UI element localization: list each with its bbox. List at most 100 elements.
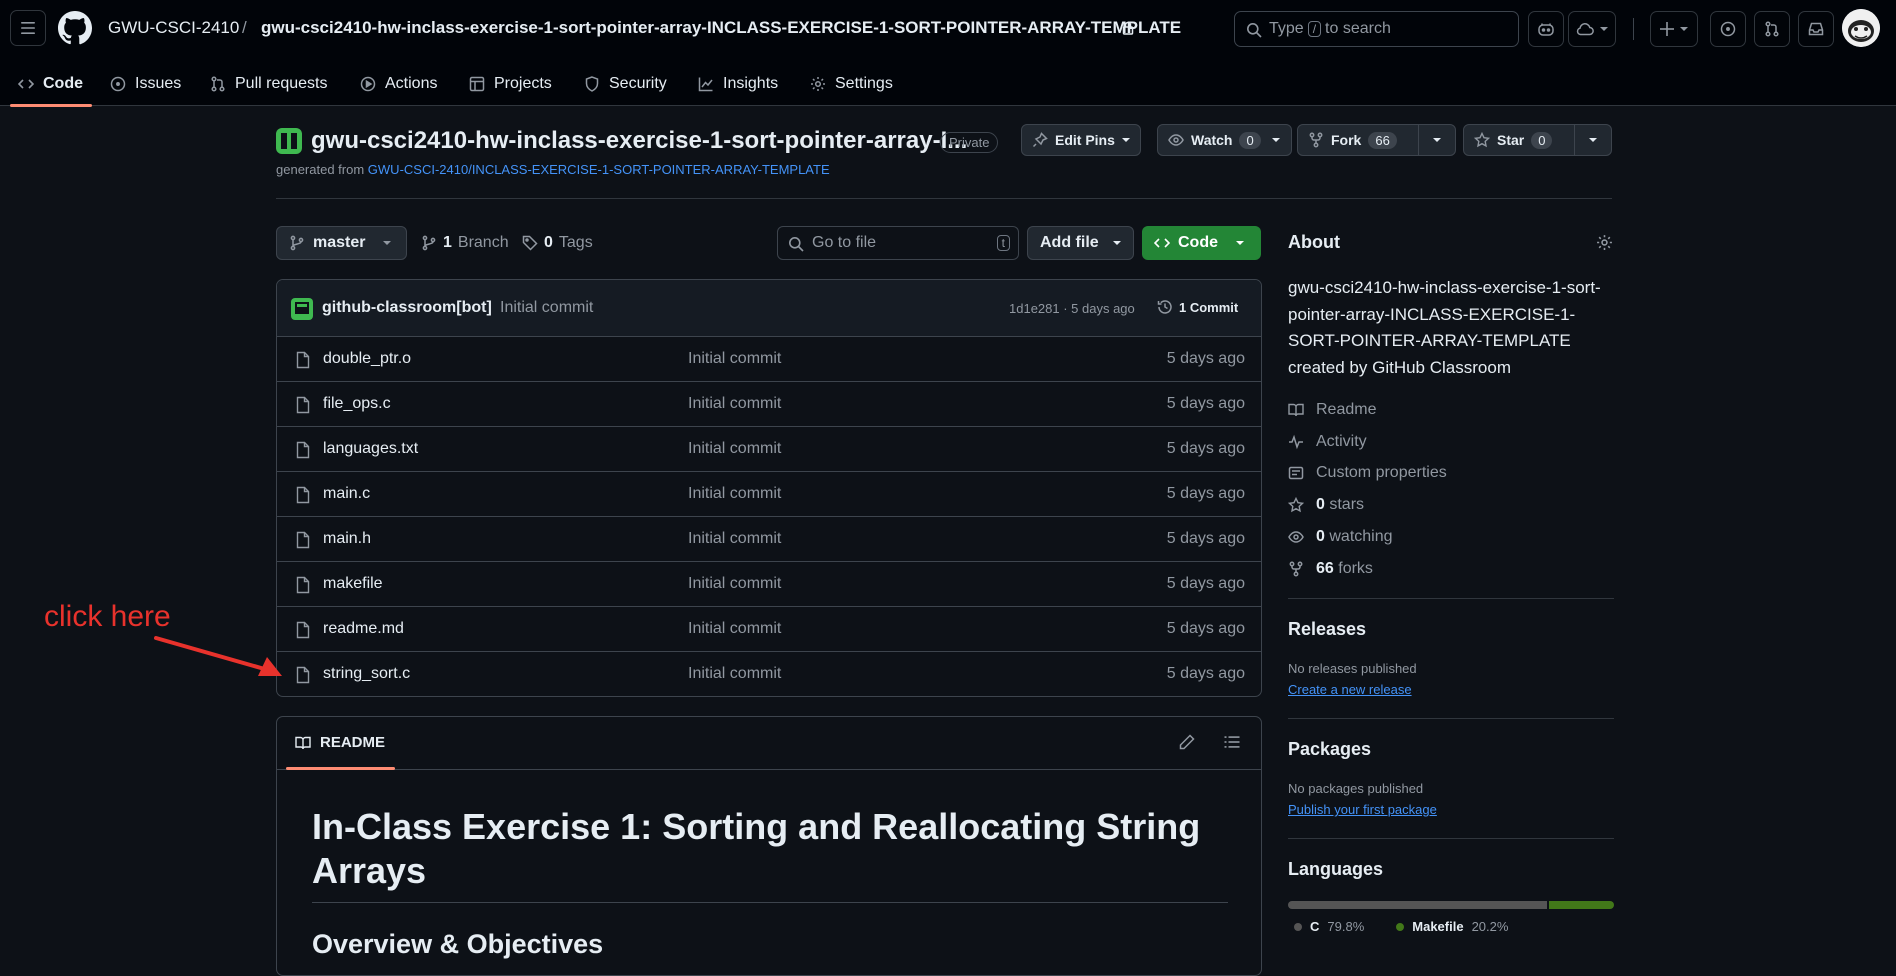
file-row[interactable]: languages.txt Initial commit 5 days ago [277, 427, 1261, 472]
file-name[interactable]: string_sort.c [323, 665, 410, 683]
file-name[interactable]: readme.md [323, 620, 404, 638]
codespaces-menu[interactable] [1568, 11, 1616, 47]
branch-selector[interactable]: master [276, 226, 407, 260]
tab-settings-label: Settings [835, 75, 893, 92]
commits-link[interactable]: 1 Commit [1157, 299, 1238, 315]
issues-button[interactable] [1710, 11, 1746, 47]
user-avatar[interactable] [1842, 9, 1880, 47]
tab-security[interactable]: Security [584, 62, 667, 106]
create-release-link[interactable]: Create a new release [1288, 682, 1412, 697]
language-item[interactable]: Makefile 20.2% [1390, 919, 1508, 934]
fork-button[interactable]: Fork 66 [1297, 124, 1419, 156]
file-commit-message[interactable]: Initial commit [688, 350, 781, 368]
commit-message[interactable]: Initial commit [500, 299, 593, 317]
languages-list: C 79.8% Makefile 20.2% [1288, 919, 1508, 934]
template-link[interactable]: GWU-CSCI-2410/INCLASS-EXERCISE-1-SORT-PO… [368, 162, 830, 177]
file-commit-message[interactable]: Initial commit [688, 530, 781, 548]
about-settings-button[interactable] [1596, 234, 1613, 251]
file-row[interactable]: main.c Initial commit 5 days ago [277, 472, 1261, 517]
file-row[interactable]: string_sort.c Initial commit 5 days ago [277, 652, 1261, 696]
chevron-down-icon [1589, 138, 1597, 142]
file-commit-date: 5 days ago [1166, 530, 1245, 547]
edit-pins-label: Edit Pins [1055, 132, 1115, 148]
breadcrumb-repo[interactable]: gwu-csci2410-hw-inclass-exercise-1-sort-… [261, 18, 1181, 38]
inbox-button[interactable] [1798, 11, 1834, 47]
outline-button[interactable] [1224, 734, 1240, 750]
activity-link[interactable]: Activity [1288, 432, 1367, 452]
custom-properties-link[interactable]: Custom properties [1288, 463, 1447, 483]
file-commit-message[interactable]: Initial commit [688, 575, 781, 593]
publish-package-link[interactable]: Publish your first package [1288, 802, 1437, 817]
branches-link[interactable]: 1 Branch [421, 234, 509, 252]
file-icon [295, 486, 311, 504]
create-new-menu[interactable] [1650, 11, 1698, 47]
file-row[interactable]: main.h Initial commit 5 days ago [277, 517, 1261, 562]
star-icon [1474, 132, 1490, 148]
search-input[interactable]: Type / to search [1234, 11, 1519, 47]
stars-link[interactable]: 0 stars [1288, 495, 1364, 515]
tab-insights[interactable]: Insights [698, 62, 778, 106]
fork-icon [1309, 132, 1323, 148]
file-name[interactable]: main.h [323, 530, 371, 548]
file-row[interactable]: double_ptr.o Initial commit 5 days ago [277, 337, 1261, 382]
file-commit-message[interactable]: Initial commit [688, 485, 781, 503]
code-icon [18, 79, 34, 89]
file-commit-message[interactable]: Initial commit [688, 440, 781, 458]
file-name[interactable]: languages.txt [323, 440, 418, 458]
packages-title[interactable]: Packages [1288, 739, 1371, 760]
file-row[interactable]: file_ops.c Initial commit 5 days ago [277, 382, 1261, 427]
chevron-down-icon [1121, 138, 1130, 142]
search-icon [789, 237, 804, 252]
file-row[interactable]: makefile Initial commit 5 days ago [277, 562, 1261, 607]
file-commit-message[interactable]: Initial commit [688, 665, 781, 683]
commit-author[interactable]: github-classroom[bot] [322, 299, 492, 317]
language-name: Makefile [1412, 919, 1464, 934]
tab-pull-requests[interactable]: Pull requests [210, 62, 328, 106]
forks-link[interactable]: 66 forks [1288, 559, 1373, 579]
readme-subheading: Overview & Objectives [312, 929, 604, 959]
tab-settings[interactable]: Settings [810, 62, 893, 106]
edit-readme-button[interactable] [1179, 734, 1195, 750]
add-file-button[interactable]: Add file [1027, 226, 1134, 260]
code-icon [1154, 238, 1170, 248]
tab-projects[interactable]: Projects [469, 62, 552, 106]
watching-link[interactable]: 0 watching [1288, 527, 1393, 547]
file-name[interactable]: makefile [323, 575, 383, 593]
pull-requests-button[interactable] [1754, 11, 1790, 47]
go-to-file-input[interactable]: Go to file t [777, 226, 1019, 260]
copilot-button[interactable] [1528, 11, 1564, 47]
menu-button[interactable] [10, 10, 46, 46]
star-dropdown[interactable] [1574, 124, 1612, 156]
tab-actions[interactable]: Actions [360, 62, 437, 106]
chevron-down-icon [1600, 27, 1608, 31]
file-commit-message[interactable]: Initial commit [688, 620, 781, 638]
file-commit-message[interactable]: Initial commit [688, 395, 781, 413]
watch-button[interactable]: Watch 0 [1157, 124, 1292, 156]
github-logo-icon[interactable] [58, 11, 92, 45]
issue-icon [110, 76, 126, 92]
readme-link[interactable]: Readme [1288, 400, 1376, 420]
file-name[interactable]: main.c [323, 485, 370, 503]
language-item[interactable]: C 79.8% [1288, 919, 1364, 934]
edit-pins-button[interactable]: Edit Pins [1021, 124, 1141, 156]
tab-readme[interactable]: README [295, 734, 385, 751]
annotation-label: click here [44, 600, 171, 633]
fork-dropdown[interactable] [1418, 124, 1456, 156]
tags-link[interactable]: 0 Tags [522, 234, 593, 252]
star-button[interactable]: Star 0 [1463, 124, 1575, 156]
fork-label: Fork [1331, 132, 1362, 148]
commit-hash-time[interactable]: 1d1e281 · 5 days ago [1009, 301, 1135, 316]
branches-count: 1 [443, 234, 452, 251]
file-name[interactable]: file_ops.c [323, 395, 391, 413]
releases-title[interactable]: Releases [1288, 619, 1366, 640]
language-dot-icon [1396, 922, 1405, 931]
tab-code[interactable]: Code [18, 62, 83, 106]
repo-title[interactable]: gwu-csci2410-hw-inclass-exercise-1-sort-… [311, 127, 967, 155]
breadcrumb-org[interactable]: GWU-CSCI-2410 [108, 18, 239, 38]
tab-issues[interactable]: Issues [110, 62, 181, 106]
file-name[interactable]: double_ptr.o [323, 350, 411, 368]
file-row[interactable]: readme.md Initial commit 5 days ago [277, 607, 1261, 652]
breadcrumb-separator: / [242, 18, 247, 37]
stars-label: stars [1329, 496, 1365, 513]
code-button[interactable]: Code [1142, 226, 1261, 260]
